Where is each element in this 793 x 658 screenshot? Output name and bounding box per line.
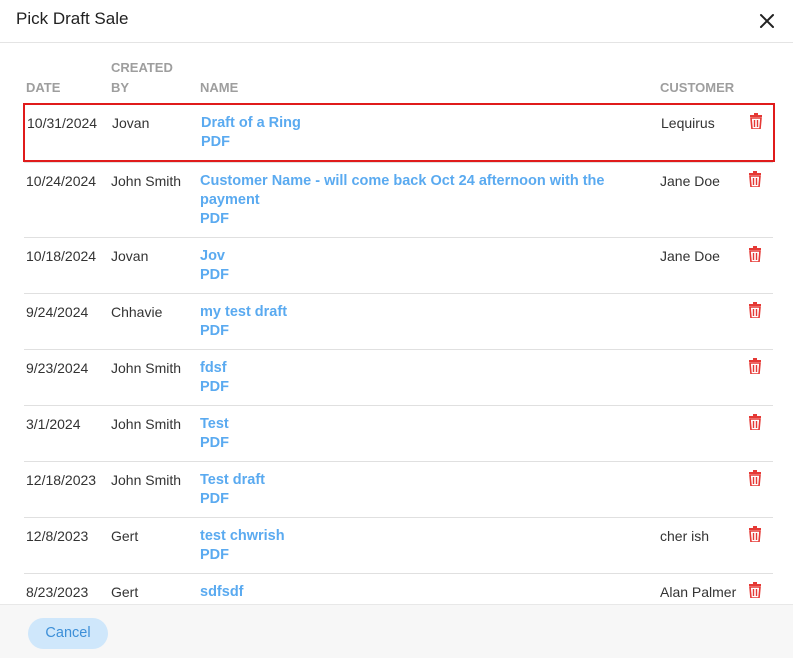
delete-button[interactable] bbox=[749, 113, 765, 131]
row-date: 3/1/2024 bbox=[26, 416, 81, 432]
draft-name-link[interactable]: Jov bbox=[200, 247, 630, 266]
pdf-link[interactable]: PDF bbox=[200, 266, 630, 285]
draft-name-link[interactable]: my test draft bbox=[200, 303, 630, 322]
delete-button[interactable] bbox=[748, 526, 764, 544]
delete-button[interactable] bbox=[748, 582, 764, 600]
row-created-by: Gert bbox=[111, 528, 139, 544]
table-row[interactable]: 10/18/2024 Jovan Jov PDF Jane Doe bbox=[24, 237, 773, 293]
row-name-cell: Customer Name - will come back Oct 24 af… bbox=[200, 172, 630, 229]
pdf-link[interactable]: PDF bbox=[200, 434, 630, 453]
draft-name-link[interactable]: Test bbox=[200, 415, 630, 434]
draft-name-link[interactable]: Test draft bbox=[200, 471, 630, 490]
column-header-customer: CUSTOMER bbox=[660, 80, 735, 95]
row-name-cell: test chwrish PDF bbox=[200, 527, 630, 565]
draft-name-link[interactable]: sdfsdf bbox=[200, 583, 630, 602]
table-row[interactable]: 9/24/2024 Chhavie my test draft PDF bbox=[24, 293, 773, 349]
row-name-cell: Test draft PDF bbox=[200, 471, 630, 509]
trash-icon bbox=[749, 526, 761, 543]
table-row[interactable]: 12/8/2023 Gert test chwrish PDF cher ish bbox=[24, 517, 773, 573]
delete-button[interactable] bbox=[748, 358, 764, 376]
row-created-by: Jovan bbox=[112, 115, 150, 131]
delete-button[interactable] bbox=[748, 302, 764, 320]
trash-icon bbox=[749, 414, 761, 431]
row-name-cell: Draft of a Ring PDF bbox=[201, 114, 631, 152]
row-date: 12/8/2023 bbox=[26, 528, 89, 544]
row-created-by: John Smith bbox=[111, 173, 182, 189]
row-date: 8/23/2023 bbox=[26, 584, 89, 600]
row-created-by: John Smith bbox=[111, 360, 182, 376]
row-customer: Jane Doe bbox=[660, 248, 720, 264]
row-name-cell: Jov PDF bbox=[200, 247, 630, 285]
table-header: DATE CREATED BY NAME CUSTOMER bbox=[24, 57, 773, 103]
draft-name-link[interactable]: test chwrish bbox=[200, 527, 630, 546]
pdf-link[interactable]: PDF bbox=[200, 210, 630, 229]
table-row[interactable]: 10/31/2024 Jovan Draft of a Ring PDF Leq… bbox=[23, 103, 775, 162]
trash-icon bbox=[749, 470, 761, 487]
row-customer: Alan Palmer bbox=[660, 584, 737, 600]
draft-name-link[interactable]: fdsf bbox=[200, 359, 630, 378]
delete-button[interactable] bbox=[748, 470, 764, 488]
row-date: 9/23/2024 bbox=[26, 360, 89, 376]
row-date: 10/31/2024 bbox=[27, 115, 98, 131]
row-customer: cher ish bbox=[660, 528, 710, 544]
delete-button[interactable] bbox=[748, 171, 764, 189]
delete-button[interactable] bbox=[748, 246, 764, 264]
draft-sales-table: DATE CREATED BY NAME CUSTOMER 10/31/2024… bbox=[23, 57, 775, 629]
table-row[interactable]: 12/18/2023 John Smith Test draft PDF bbox=[24, 461, 773, 517]
trash-icon bbox=[749, 171, 761, 188]
row-name-cell: fdsf PDF bbox=[200, 359, 630, 397]
row-date: 10/18/2024 bbox=[26, 248, 97, 264]
row-name-cell: my test draft PDF bbox=[200, 303, 630, 341]
close-icon bbox=[760, 14, 774, 28]
trash-icon bbox=[749, 246, 761, 263]
pdf-link[interactable]: PDF bbox=[200, 546, 630, 565]
row-date: 9/24/2024 bbox=[26, 304, 89, 320]
draft-name-link[interactable]: Draft of a Ring bbox=[201, 114, 631, 133]
pdf-link[interactable]: PDF bbox=[200, 490, 630, 509]
trash-icon bbox=[749, 582, 761, 599]
row-name-cell: Test PDF bbox=[200, 415, 630, 453]
trash-icon bbox=[749, 358, 761, 375]
dialog-header: Pick Draft Sale bbox=[0, 0, 793, 43]
row-customer: Jane Doe bbox=[660, 173, 720, 189]
table-row[interactable]: 3/1/2024 John Smith Test PDF bbox=[24, 405, 773, 461]
delete-button[interactable] bbox=[748, 414, 764, 432]
row-created-by: John Smith bbox=[111, 472, 182, 488]
dialog-title: Pick Draft Sale bbox=[16, 9, 129, 28]
table-row[interactable]: 10/24/2024 John Smith Customer Name - wi… bbox=[24, 162, 773, 237]
row-date: 12/18/2023 bbox=[26, 472, 97, 488]
column-header-date: DATE bbox=[26, 80, 61, 95]
row-created-by: Chhavie bbox=[111, 304, 163, 320]
row-date: 10/24/2024 bbox=[26, 173, 97, 189]
row-customer: Lequirus bbox=[661, 115, 715, 131]
trash-icon bbox=[750, 113, 762, 130]
table-row[interactable]: 9/23/2024 John Smith fdsf PDF bbox=[24, 349, 773, 405]
pdf-link[interactable]: PDF bbox=[200, 378, 630, 397]
trash-icon bbox=[749, 302, 761, 319]
pdf-link[interactable]: PDF bbox=[201, 133, 631, 152]
dialog-footer: Cancel bbox=[0, 604, 793, 658]
draft-name-link[interactable]: Customer Name - will come back Oct 24 af… bbox=[200, 172, 630, 210]
cancel-button[interactable]: Cancel bbox=[28, 618, 108, 649]
pick-draft-sale-dialog: Pick Draft Sale DATE CREATED BY NAME CUS… bbox=[0, 0, 793, 658]
pdf-link[interactable]: PDF bbox=[200, 322, 630, 341]
row-created-by: Jovan bbox=[111, 248, 149, 264]
close-button[interactable] bbox=[757, 11, 777, 31]
table-body: 10/31/2024 Jovan Draft of a Ring PDF Leq… bbox=[23, 103, 775, 629]
row-created-by: John Smith bbox=[111, 416, 182, 432]
row-created-by: Gert bbox=[111, 584, 139, 600]
column-header-created-by: CREATED BY bbox=[111, 60, 173, 95]
column-header-name: NAME bbox=[200, 80, 239, 95]
